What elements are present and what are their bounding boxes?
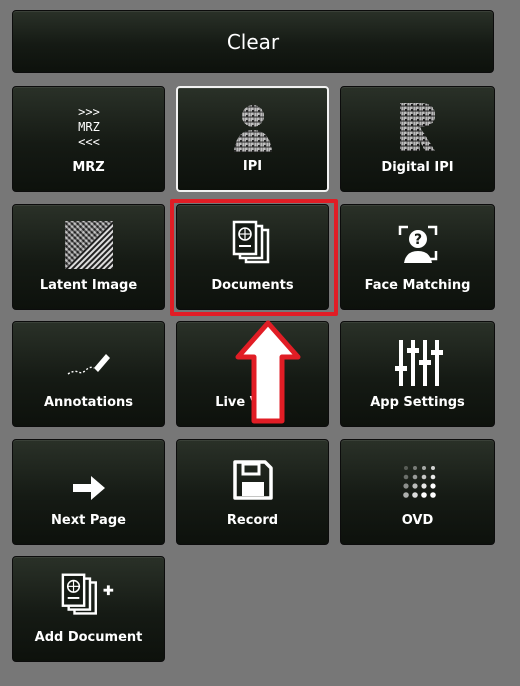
digital-ipi-icon bbox=[388, 101, 448, 153]
svg-text:>>>: >>> bbox=[78, 105, 100, 119]
clear-label: Clear bbox=[226, 30, 280, 54]
arrow-right-icon bbox=[59, 462, 119, 514]
latent-image-icon bbox=[59, 219, 119, 271]
annotations-button[interactable]: Annotations bbox=[12, 321, 165, 427]
add-document-button[interactable]: Add Document bbox=[12, 556, 165, 662]
annotations-label: Annotations bbox=[43, 395, 134, 410]
pen-icon bbox=[59, 336, 119, 388]
add-document-label: Add Document bbox=[34, 630, 143, 645]
ipi-label: IPI bbox=[242, 159, 263, 174]
face-matching-icon: ? bbox=[388, 219, 448, 271]
next-page-label: Next Page bbox=[51, 513, 126, 528]
latent-image-button[interactable]: Latent Image bbox=[12, 204, 165, 310]
dot-grid-icon bbox=[388, 454, 448, 506]
add-passport-icon bbox=[59, 571, 119, 623]
arrow-up-callout-icon bbox=[235, 320, 301, 424]
digital-ipi-button[interactable]: Digital IPI bbox=[340, 86, 495, 192]
ovd-label: OVD bbox=[401, 513, 434, 528]
app-settings-label: App Settings bbox=[370, 395, 465, 410]
digital-ipi-label: Digital IPI bbox=[381, 160, 454, 175]
svg-text:MRZ: MRZ bbox=[78, 120, 100, 134]
mrz-icon: >>> MRZ <<< bbox=[59, 101, 119, 153]
ipi-button[interactable]: IPI bbox=[176, 86, 329, 192]
svg-text:<<<: <<< bbox=[78, 135, 100, 149]
record-label: Record bbox=[226, 513, 279, 528]
svg-text:?: ? bbox=[413, 232, 421, 248]
documents-highlight-frame bbox=[170, 199, 338, 316]
mrz-label: MRZ bbox=[72, 160, 105, 175]
ipi-icon bbox=[223, 102, 283, 154]
floppy-disk-icon bbox=[223, 454, 283, 506]
mrz-button[interactable]: >>> MRZ <<< MRZ bbox=[12, 86, 165, 192]
record-button[interactable]: Record bbox=[176, 439, 329, 545]
next-page-button[interactable]: Next Page bbox=[12, 439, 165, 545]
sliders-icon bbox=[388, 336, 448, 388]
latent-image-label: Latent Image bbox=[39, 278, 138, 293]
clear-button[interactable]: Clear bbox=[12, 10, 494, 73]
face-matching-button[interactable]: ? Face Matching bbox=[340, 204, 495, 310]
face-matching-label: Face Matching bbox=[364, 278, 471, 293]
app-settings-button[interactable]: App Settings bbox=[340, 321, 495, 427]
ovd-button[interactable]: OVD bbox=[340, 439, 495, 545]
